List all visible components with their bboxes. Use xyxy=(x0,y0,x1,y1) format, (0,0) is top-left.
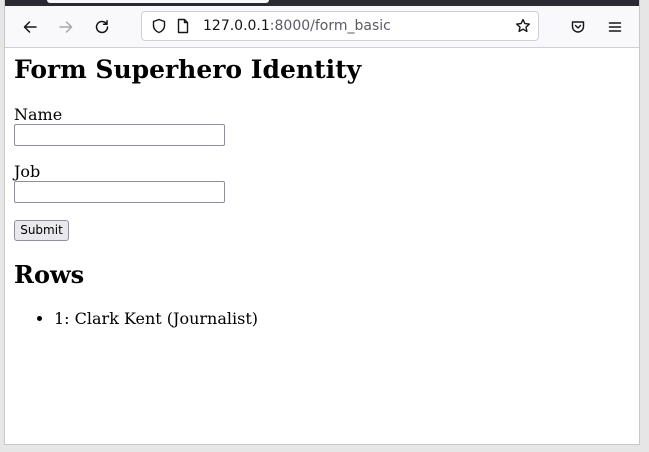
navigation-toolbar: 127.0.0.1:8000/form_basic xyxy=(5,6,639,48)
menu-button[interactable] xyxy=(600,12,630,42)
name-label: Name xyxy=(14,105,63,124)
submit-button[interactable]: Submit xyxy=(14,220,69,241)
hamburger-menu-icon xyxy=(608,22,622,32)
pocket-button[interactable] xyxy=(563,12,593,42)
list-item: 1: Clark Kent (Journalist) xyxy=(54,308,258,330)
url-host: 127.0.0.1 xyxy=(203,18,270,34)
name-input[interactable] xyxy=(14,124,225,146)
rows-heading: Rows xyxy=(14,260,85,289)
browser-window: 127.0.0.1:8000/form_basic Form Superhero… xyxy=(5,0,639,444)
reload-icon xyxy=(95,20,109,34)
forward-button[interactable] xyxy=(51,12,81,42)
page-icon[interactable] xyxy=(175,18,191,34)
rows-list: 1: Clark Kent (Journalist) xyxy=(14,308,258,330)
shield-icon[interactable] xyxy=(151,18,167,34)
reload-button[interactable] xyxy=(87,12,117,42)
job-label: Job xyxy=(14,162,41,181)
active-tab[interactable] xyxy=(47,0,269,3)
job-input[interactable] xyxy=(14,181,225,203)
page-title: Form Superhero Identity xyxy=(14,55,362,84)
pocket-icon xyxy=(571,21,585,33)
arrow-right-icon xyxy=(59,21,73,33)
arrow-left-icon xyxy=(23,21,37,33)
url-path: :8000/form_basic xyxy=(269,18,391,34)
address-bar[interactable]: 127.0.0.1:8000/form_basic xyxy=(141,11,539,41)
star-icon[interactable] xyxy=(515,18,531,34)
page-content: Form Superhero Identity Name Job Submit … xyxy=(5,48,639,444)
back-button[interactable] xyxy=(15,12,45,42)
url-text[interactable]: 127.0.0.1:8000/form_basic xyxy=(203,12,391,40)
